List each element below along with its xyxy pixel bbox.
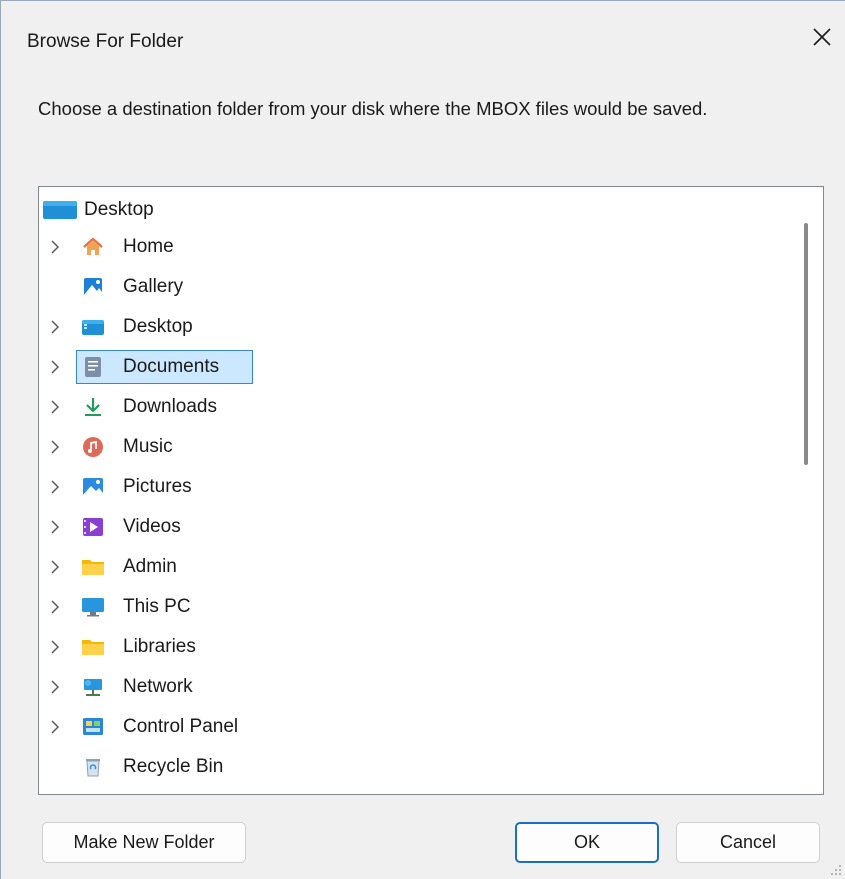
instruction-text: Choose a destination folder from your di…: [38, 98, 708, 119]
tree-item-label: Pictures: [123, 476, 192, 497]
desktop-folder-icon: [43, 201, 77, 219]
tree-item-label: Control Panel: [123, 716, 239, 737]
close-icon: [813, 28, 831, 46]
expand-chevron-icon[interactable]: [48, 400, 62, 414]
tree-item-label: Home: [123, 236, 174, 257]
desktop-folder-icon: [81, 315, 105, 339]
network-icon: [81, 675, 105, 699]
tree-item-gallery[interactable]: Gallery: [39, 267, 799, 307]
tree-item-documents[interactable]: Documents: [39, 347, 799, 387]
downloads-icon: [81, 395, 105, 419]
make-new-folder-button[interactable]: Make New Folder: [42, 822, 246, 863]
expand-chevron-icon[interactable]: [48, 720, 62, 734]
tree-item-videos[interactable]: Videos: [39, 507, 799, 547]
tree-root-desktop[interactable]: Desktop: [42, 196, 154, 224]
expand-chevron-icon[interactable]: [48, 640, 62, 654]
expand-chevron-icon[interactable]: [48, 680, 62, 694]
documents-icon: [81, 355, 105, 379]
expand-chevron-icon[interactable]: [48, 600, 62, 614]
pictures-icon: [81, 475, 105, 499]
gallery-icon: [81, 275, 105, 299]
vertical-scrollbar[interactable]: [789, 187, 823, 794]
ok-button[interactable]: OK: [515, 822, 659, 863]
tree-item-label: Downloads: [123, 396, 217, 417]
this-pc-icon: [81, 595, 105, 619]
resize-grip-icon[interactable]: [829, 863, 843, 877]
browse-for-folder-dialog: Browse For Folder Choose a destination f…: [0, 0, 845, 879]
tree-item-label: This PC: [123, 596, 191, 617]
scrollbar-thumb[interactable]: [804, 223, 808, 465]
tree-item-network[interactable]: Network: [39, 667, 799, 707]
tree-item-downloads[interactable]: Downloads: [39, 387, 799, 427]
expand-chevron-icon[interactable]: [48, 320, 62, 334]
folder-tree-view[interactable]: Desktop Home Gallery Desktop Documents Downl…: [38, 186, 824, 795]
tree-item-label: Libraries: [123, 636, 196, 657]
tree-item-label: Recycle Bin: [123, 756, 224, 777]
tree-item-label: Admin: [123, 556, 177, 577]
tree-item-label: Gallery: [123, 276, 184, 297]
tree-item-admin[interactable]: Admin: [39, 547, 799, 587]
folder-icon: [81, 555, 105, 579]
expand-chevron-icon[interactable]: [48, 360, 62, 374]
tree-item-label: Documents: [123, 356, 220, 377]
close-button[interactable]: [799, 15, 845, 59]
expand-chevron-icon[interactable]: [48, 240, 62, 254]
tree-item-libraries[interactable]: Libraries: [39, 627, 799, 667]
tree-item-pictures[interactable]: Pictures: [39, 467, 799, 507]
tree-item-home[interactable]: Home: [39, 227, 799, 267]
tree-item-label: Network: [123, 676, 193, 697]
tree-item-label: Music: [123, 436, 173, 457]
home-icon: [81, 235, 105, 259]
tree-item-label: Desktop: [123, 316, 193, 337]
cancel-button[interactable]: Cancel: [676, 822, 820, 863]
title-bar[interactable]: Browse For Folder: [1, 1, 845, 81]
tree-item-music[interactable]: Music: [39, 427, 799, 467]
expand-chevron-icon[interactable]: [48, 480, 62, 494]
tree-item-label: Videos: [123, 516, 181, 537]
control-panel-icon: [81, 715, 105, 739]
folder-icon: [81, 635, 105, 659]
tree-root-label: Desktop: [84, 199, 154, 220]
tree-item-recycle-bin[interactable]: Recycle Bin: [39, 747, 799, 787]
expand-chevron-icon[interactable]: [48, 520, 62, 534]
tree-item-this-pc[interactable]: This PC: [39, 587, 799, 627]
music-icon: [81, 435, 105, 459]
dialog-title: Browse For Folder: [27, 31, 184, 52]
expand-chevron-icon[interactable]: [48, 560, 62, 574]
tree-item-control-panel[interactable]: Control Panel: [39, 707, 799, 747]
videos-icon: [81, 515, 105, 539]
expand-chevron-icon[interactable]: [48, 440, 62, 454]
tree-item-desktop[interactable]: Desktop: [39, 307, 799, 347]
recycle-bin-icon: [81, 755, 105, 779]
